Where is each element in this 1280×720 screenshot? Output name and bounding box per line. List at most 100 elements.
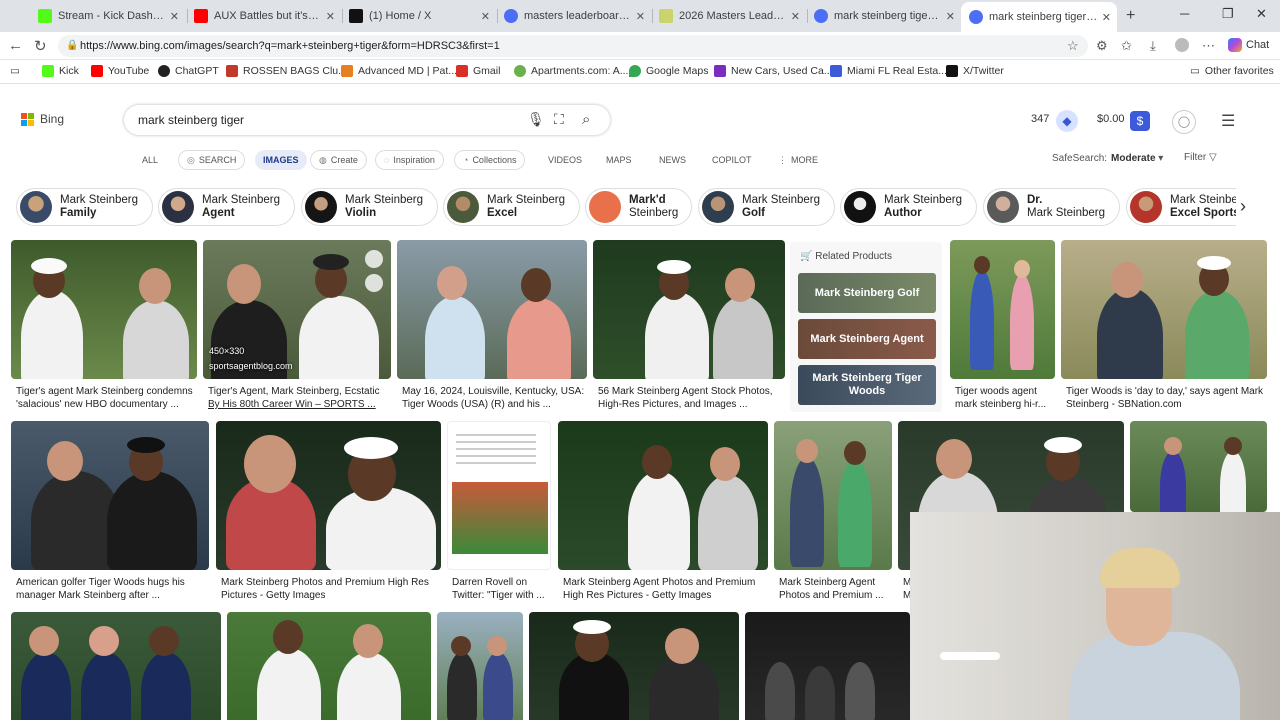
tab-videos[interactable]: VIDEOS <box>540 150 590 170</box>
hamburger-menu-icon[interactable]: ☰ <box>1221 111 1235 131</box>
tab-copilot[interactable]: COPILOT <box>704 150 760 170</box>
close-tab-icon[interactable]: ✕ <box>170 10 179 23</box>
chip-agent[interactable]: Mark Steinberg Agent <box>158 188 295 226</box>
close-tab-icon[interactable]: ✕ <box>481 10 490 23</box>
tab-masters-leaderboard-search[interactable]: masters leaderboard 2026 - ✕ <box>496 4 651 28</box>
close-window-icon[interactable]: ✕ <box>1256 6 1267 22</box>
rewards-balance[interactable]: $0.00 <box>1097 113 1125 125</box>
rewards-points[interactable]: 347 <box>1031 113 1049 125</box>
copilot-chat-button[interactable]: Chat <box>1228 38 1269 52</box>
image-result[interactable]: Tiger's agent Mark Steinberg condemns 's… <box>11 240 197 412</box>
tab-maps[interactable]: MAPS <box>598 150 640 170</box>
bookmark-x-twitter[interactable]: X/Twitter <box>946 65 1004 77</box>
chevron-right-icon[interactable]: › <box>1240 196 1246 217</box>
tab-all[interactable]: ALL <box>134 150 166 170</box>
bookmark-gmail[interactable]: Gmail <box>456 65 500 77</box>
tab-collections[interactable]: ◔ Collections <box>454 150 526 170</box>
chip-dr-mark-steinberg[interactable]: Dr. Mark Steinberg <box>983 188 1120 226</box>
close-tab-icon[interactable]: ✕ <box>1102 11 1111 24</box>
downloads-icon[interactable]: ⤓ <box>1150 38 1156 54</box>
visual-search-icon[interactable] <box>365 250 383 268</box>
bookmark-advanced-md[interactable]: Advanced MD | Pat... <box>341 65 457 77</box>
microphone-icon[interactable]: 🎙 <box>527 111 545 128</box>
tab-inspiration[interactable]: ◌ Inspiration <box>375 150 444 170</box>
profile-icon[interactable] <box>1175 38 1189 52</box>
image-result[interactable] <box>745 612 910 720</box>
close-tab-icon[interactable]: ✕ <box>636 10 645 23</box>
tab-masters-leader-board[interactable]: 2026 Masters Leader Board ✕ <box>651 4 806 28</box>
result-caption-link[interactable]: By His 80th Career Win – SPORTS ... <box>208 399 376 410</box>
other-favorites[interactable]: ▭ Other favorites <box>1190 65 1274 77</box>
url-field[interactable]: 🔒 https://www.bing.com/images/search?q=m… <box>58 35 1088 57</box>
chip-author[interactable]: Mark Steinberg Author <box>840 188 977 226</box>
chip-golf[interactable]: Mark Steinberg Golf <box>698 188 835 226</box>
bookmark-chatgpt[interactable]: ChatGPT <box>158 65 219 77</box>
close-tab-icon[interactable]: ✕ <box>946 10 955 23</box>
image-result[interactable] <box>11 612 221 720</box>
favorites-icon[interactable]: ✩ <box>1121 38 1132 54</box>
image-result[interactable] <box>437 612 523 720</box>
close-tab-icon[interactable]: ✕ <box>791 10 800 23</box>
chip-excel[interactable]: Mark Steinberg Excel <box>443 188 580 226</box>
image-result[interactable] <box>529 612 739 720</box>
search-box[interactable]: mark steinberg tiger 🎙 ⛶ ⌕ <box>124 105 610 135</box>
chip-excel-sports[interactable]: Mark Steinbe Excel Sports <box>1126 188 1236 226</box>
refresh-icon[interactable]: ↻ <box>34 37 47 55</box>
restore-icon[interactable]: ❐ <box>1222 6 1234 22</box>
rewards-medal-icon[interactable]: ◆ <box>1056 110 1078 132</box>
bookmark-apartments[interactable]: Apartments.com: A... <box>514 65 628 77</box>
tab-news[interactable]: NEWS <box>651 150 694 170</box>
filter-button[interactable]: Filter ▽ <box>1184 152 1217 163</box>
image-result[interactable]: Mark Steinberg Photos and Premium High R… <box>216 421 441 604</box>
tab-x-home[interactable]: (1) Home / X ✕ <box>341 4 496 28</box>
image-result[interactable]: Mark Steinberg Agent Photos and Premium … <box>774 421 892 604</box>
account-avatar-icon[interactable]: ◯ <box>1172 110 1196 134</box>
search-icon[interactable]: ⌕ <box>582 111 590 128</box>
chip-family[interactable]: Mark Steinberg Family <box>16 188 153 226</box>
bookmark-miami-real-estate[interactable]: Miami FL Real Esta... <box>830 65 947 77</box>
save-icon[interactable] <box>365 274 383 292</box>
new-tab-button[interactable]: + <box>1126 7 1135 25</box>
tab-mark-steinberg-search-1[interactable]: mark steinberg tiger - Searc ✕ <box>806 4 961 28</box>
image-result-hovered[interactable]: 450×330 sportsagentblog.com Tiger's Agen… <box>203 240 391 412</box>
favorite-star-icon[interactable]: ☆ <box>1067 38 1079 54</box>
related-product-golf[interactable]: Mark Steinberg Golf <box>798 273 936 313</box>
visual-search-icon[interactable]: ⛶ <box>554 111 564 128</box>
extensions-icon[interactable]: ⚙ <box>1096 38 1108 54</box>
image-result[interactable]: May 16, 2024, Louisville, Kentucky, USA:… <box>397 240 587 412</box>
tab-search[interactable]: ◎ SEARCH <box>178 150 246 170</box>
bookmark-kick[interactable]: Kick <box>42 65 79 77</box>
bookmark-new-cars[interactable]: New Cars, Used Ca... <box>714 65 833 77</box>
image-result[interactable]: American golfer Tiger Woods hugs his man… <box>11 421 209 604</box>
tab-youtube[interactable]: AUX Battles but it's a New A ✕ <box>186 4 341 28</box>
dollar-icon[interactable]: $ <box>1130 111 1150 131</box>
image-result[interactable]: Mark Steinberg Agent Photos and Premium … <box>558 421 768 604</box>
more-menu-icon[interactable]: ⋯ <box>1202 38 1215 54</box>
tab-more[interactable]: ⋮ MORE <box>770 150 826 170</box>
bookmark-rossen-bags[interactable]: ROSSEN BAGS Clu... <box>226 65 347 77</box>
related-product-tiger-woods[interactable]: Mark Steinberg Tiger Woods <box>798 365 936 405</box>
image-result[interactable]: Tiger woods agent mark steinberg hi-r... <box>950 240 1055 412</box>
tab-create[interactable]: ◍ Create <box>310 150 367 170</box>
minimize-icon[interactable]: ─ <box>1180 6 1189 21</box>
bookmark-apps-icon[interactable]: ▭ <box>10 65 20 77</box>
image-result[interactable] <box>227 612 431 720</box>
bing-logo[interactable]: Bing <box>21 112 64 126</box>
image-result[interactable]: Tiger Woods is 'day to day,' says agent … <box>1061 240 1267 412</box>
search-input[interactable]: mark steinberg tiger <box>138 113 244 127</box>
back-icon[interactable]: ← <box>8 37 23 54</box>
chip-violin[interactable]: Mark Steinberg Violin <box>301 188 438 226</box>
bookmark-youtube[interactable]: YouTube <box>91 65 149 77</box>
tab-kick[interactable]: Stream - Kick Dashboard ✕ <box>30 4 185 28</box>
close-tab-icon[interactable]: ✕ <box>326 10 335 23</box>
image-result[interactable]: Darren Rovell on Twitter: "Tiger with ..… <box>447 421 551 604</box>
related-product-agent[interactable]: Mark Steinberg Agent <box>798 319 936 359</box>
image-result[interactable]: 56 Mark Steinberg Agent Stock Photos, Hi… <box>593 240 785 412</box>
safesearch-dropdown[interactable]: SafeSearch: Moderate ▾ <box>1052 153 1163 164</box>
tab-images[interactable]: IMAGES <box>255 150 307 170</box>
image-result[interactable] <box>1130 421 1267 512</box>
tab-mark-steinberg-search-active[interactable]: mark steinberg tiger - Searc ✕ <box>961 2 1117 32</box>
image-source-badge[interactable]: sportsagentblog.com <box>209 361 293 371</box>
bookmark-google-maps[interactable]: Google Maps <box>629 65 708 77</box>
chip-markd-steinberg[interactable]: Mark'd Steinberg <box>585 188 692 226</box>
